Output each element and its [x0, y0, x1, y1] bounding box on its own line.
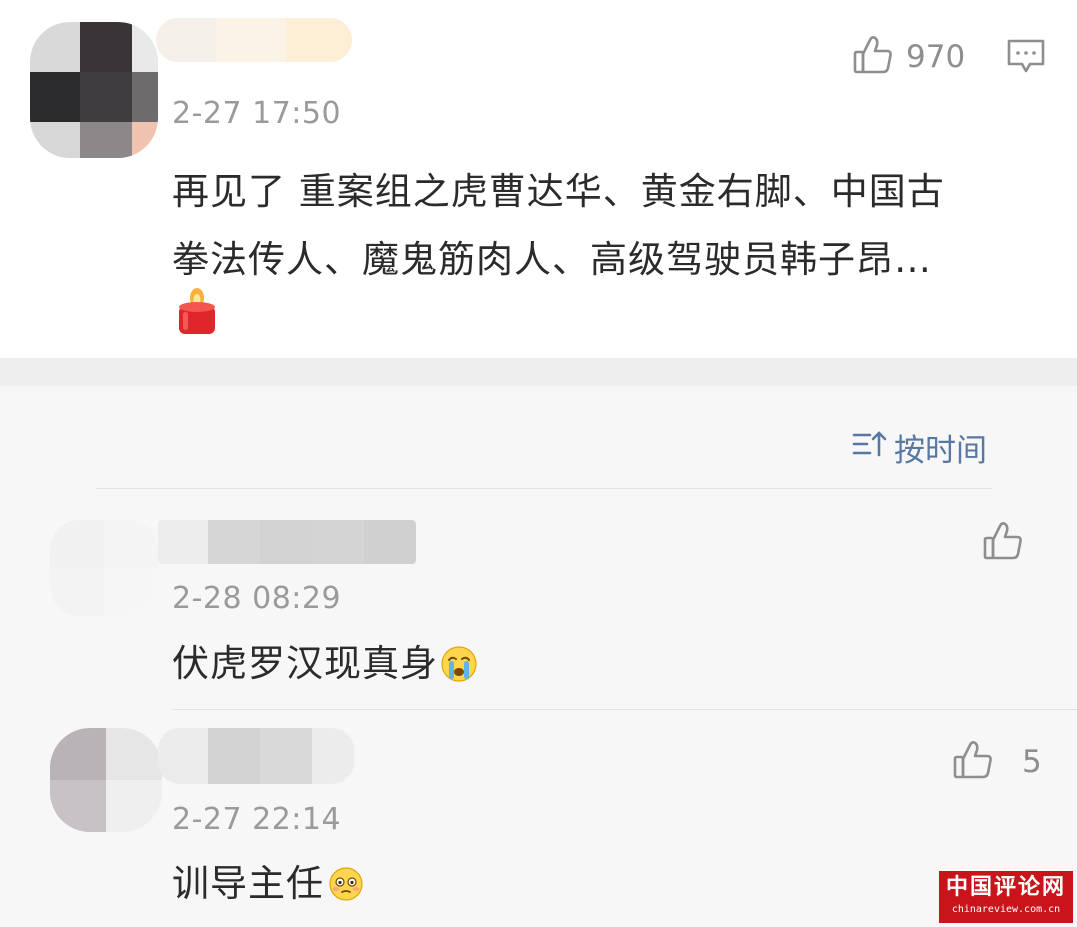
reply-text-content: 训导主任: [172, 862, 324, 905]
avatar[interactable]: [50, 728, 162, 832]
comment-page: 2-27 17:50 970 再见了 重案组之虎曹达华、黄金右脚、中国古 拳法传…: [0, 0, 1077, 927]
crying-face-icon: [440, 645, 478, 683]
like-count: 5: [1022, 744, 1042, 780]
comment-text-line-1: 再见了 重案组之虎曹达华、黄金右脚、中国古: [172, 170, 945, 213]
username-blurred[interactable]: [158, 520, 416, 564]
section-divider: [0, 358, 1077, 386]
main-comment-card: 2-27 17:50 970 再见了 重案组之虎曹达华、黄金右脚、中国古 拳法传…: [0, 0, 1077, 358]
comment-bubble-icon: [1006, 39, 1046, 80]
avatar[interactable]: [30, 22, 158, 158]
flushed-face-icon: [328, 866, 364, 902]
comment-timestamp: 2-27 17:50: [172, 96, 342, 131]
username-blurred[interactable]: [158, 728, 354, 784]
comment-text-line-2: 拳法传人、魔鬼筋肉人、高级驾驶员韩子昂…: [172, 238, 932, 281]
like-button[interactable]: [982, 520, 1036, 566]
reply-timestamp: 2-27 22:14: [172, 802, 342, 837]
thumbs-up-icon: [982, 520, 1024, 566]
comment-text: 再见了 重案组之虎曹达华、黄金右脚、中国古 拳法传人、魔鬼筋肉人、高级驾驶员韩子…: [172, 158, 1052, 294]
site-watermark: 中国评论网 chinareview.com.cn: [939, 871, 1073, 923]
sort-label: 按时间: [894, 433, 987, 469]
like-button[interactable]: 5: [952, 739, 1042, 785]
reply-text-content: 伏虎罗汉现真身: [172, 642, 438, 685]
sort-icon: [852, 429, 894, 467]
candle-icon: [176, 286, 218, 340]
username-blurred[interactable]: [156, 18, 352, 62]
reply-text: 伏虎罗汉现真身: [172, 630, 478, 698]
divider: [96, 488, 992, 489]
thumbs-up-icon: [952, 739, 994, 785]
reply-text: 训导主任: [172, 850, 364, 918]
avatar[interactable]: [50, 520, 158, 616]
thumbs-up-icon: [852, 34, 894, 80]
reply-timestamp: 2-28 08:29: [172, 581, 342, 616]
like-button[interactable]: 970: [852, 34, 965, 80]
watermark-title: 中国评论网: [945, 875, 1066, 900]
sort-by-time-button[interactable]: 按时间: [852, 425, 987, 470]
divider: [172, 709, 1077, 710]
watermark-url: chinareview.com.cn: [951, 904, 1061, 915]
like-count: 970: [906, 39, 966, 75]
reply-button[interactable]: [1006, 38, 1046, 80]
